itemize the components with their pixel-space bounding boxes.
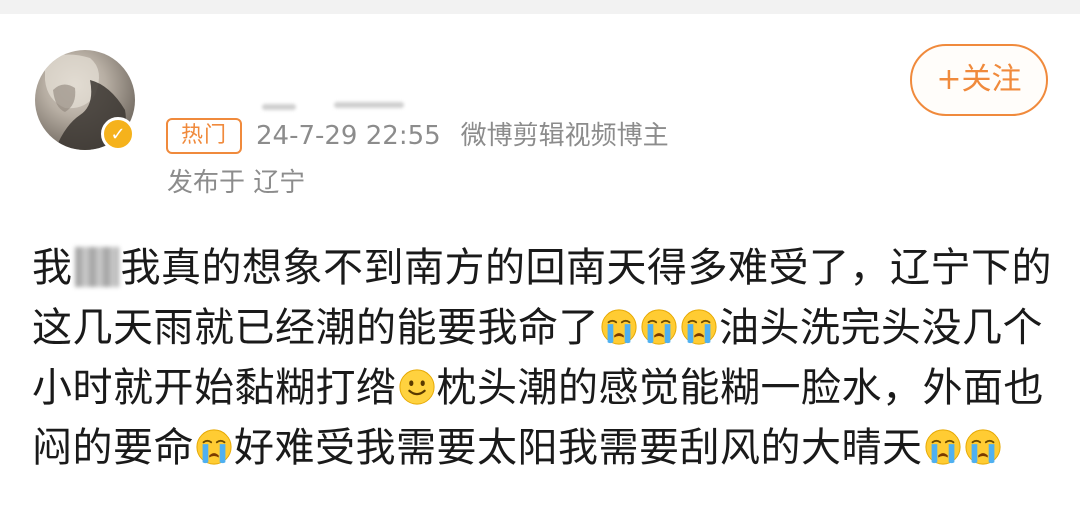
post-text: 小时就开始黏糊打绺 xyxy=(32,365,397,411)
post-line-2: 这几天雨就已经潮的能要我命了 油头洗完头没几个 xyxy=(32,298,1052,358)
post-body: 我 我真的想象不到南方的回南天得多难受了，辽宁下的 这几天雨就已经潮的能要我命了 油… xyxy=(32,238,1052,478)
loudly-crying-face-icon xyxy=(600,308,638,346)
post-location: 发布于 辽宁 xyxy=(167,168,306,198)
post-timestamp: 24-7-29 22:55 xyxy=(256,121,441,151)
post-text: 好难受我需要太阳我需要刮风的大晴天 xyxy=(234,425,923,471)
post-meta: 24-7-29 22:55 微博剪辑视频博主 xyxy=(256,119,669,153)
hot-tag: 热门 xyxy=(166,118,242,154)
loudly-crying-face-icon xyxy=(924,428,962,466)
follow-button[interactable]: +关注 xyxy=(910,44,1048,116)
verified-badge-icon: ✓ xyxy=(101,117,135,151)
post-text: 枕头潮的感觉能糊一脸水，外面也 xyxy=(436,365,1044,411)
post-line-3: 小时就开始黏糊打绺 枕头潮的感觉能糊一脸水，外面也 xyxy=(32,358,1052,418)
post-text: 这几天雨就已经潮的能要我命了 xyxy=(32,305,599,351)
post-text: 我真的想象不到南方的回南天得多难受了，辽宁下的 xyxy=(120,245,1052,291)
post-line-1: 我 我真的想象不到南方的回南天得多难受了，辽宁下的 xyxy=(32,238,1052,298)
post-text: 我 xyxy=(32,245,73,291)
username-redacted xyxy=(262,102,412,116)
author-title: 微博剪辑视频博主 xyxy=(460,121,669,151)
post-line-4: 闷的要命 好难受我需要太阳我需要刮风的大晴天 xyxy=(32,418,1052,478)
loudly-crying-face-icon xyxy=(195,428,233,466)
redacted-text xyxy=(74,247,119,287)
post-text: 闷的要命 xyxy=(32,425,194,471)
loudly-crying-face-icon xyxy=(640,308,678,346)
loudly-crying-face-icon xyxy=(964,428,1002,466)
loudly-crying-face-icon xyxy=(680,308,718,346)
post-text: 油头洗完头没几个 xyxy=(719,305,1043,351)
top-strip xyxy=(0,0,1080,14)
slightly-smiling-face-icon xyxy=(398,368,436,406)
